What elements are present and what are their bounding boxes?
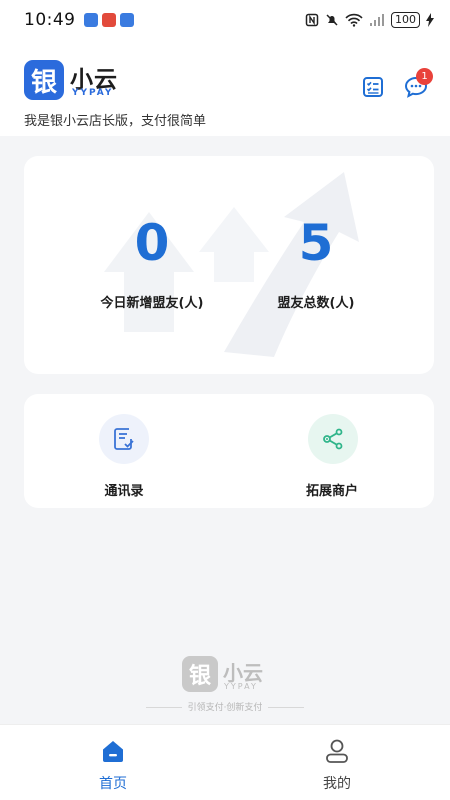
logo-char: 银	[30, 67, 57, 98]
system-status: 100	[305, 12, 434, 28]
expand-merchant-label: 拓展商户	[305, 484, 358, 499]
app-name-en: YYPAY	[72, 88, 114, 98]
tab-mine[interactable]: 我的	[257, 725, 417, 800]
expand-merchant-action[interactable]: 拓展商户	[272, 394, 392, 508]
stats-card: 0 今日新增盟友(人) 5 盟友总数(人)	[24, 156, 434, 374]
tab-mine-label: 我的	[323, 776, 351, 792]
contacts-note-icon	[99, 414, 149, 464]
person-icon	[326, 739, 348, 763]
today-new-allies-label: 今日新增盟友(人)	[100, 296, 204, 311]
total-allies-label: 盟友总数(人)	[277, 296, 355, 311]
footer-brand-slogan: 引领支付·创新支付	[187, 703, 263, 713]
signal-icon	[370, 14, 384, 26]
footer-brand-logo: 银	[182, 656, 218, 692]
app-notification-icon	[101, 13, 116, 27]
footer-logo-char: 银	[188, 664, 211, 689]
share-icon	[308, 414, 358, 464]
app-logo: 银	[24, 60, 64, 100]
nfc-icon	[305, 13, 319, 27]
home-icon	[103, 741, 123, 762]
today-new-allies-value: 0	[134, 214, 170, 272]
total-allies-value: 5	[298, 214, 334, 272]
charging-icon	[426, 13, 434, 27]
app-notification-icon	[83, 13, 98, 27]
checklist-icon	[363, 77, 383, 97]
app-header: 银 小云 YYPAY 我是银小云店长版，支付很简单	[0, 40, 450, 136]
checklist-button[interactable]	[360, 74, 386, 100]
contacts-label: 通讯录	[104, 484, 144, 499]
tab-home[interactable]: 首页	[33, 725, 193, 800]
bottom-tab-bar: 首页 我的	[0, 724, 450, 800]
tab-home-label: 首页	[99, 776, 127, 792]
contacts-action[interactable]: 通讯录	[64, 394, 184, 508]
battery-indicator: 100	[391, 12, 420, 28]
actions-card: 通讯录 拓展商户	[24, 394, 434, 508]
app-slogan: 我是银小云店长版，支付很简单	[24, 114, 207, 129]
notification-icons	[83, 13, 134, 27]
mute-icon	[326, 14, 338, 26]
app-notification-icon	[119, 13, 134, 27]
footer-brand-name-en: YYPAY	[224, 682, 258, 691]
status-bar: 10:49 100	[0, 0, 450, 40]
message-badge: 1	[416, 68, 433, 85]
wifi-icon	[345, 13, 363, 27]
status-time: 10:49	[24, 10, 76, 30]
